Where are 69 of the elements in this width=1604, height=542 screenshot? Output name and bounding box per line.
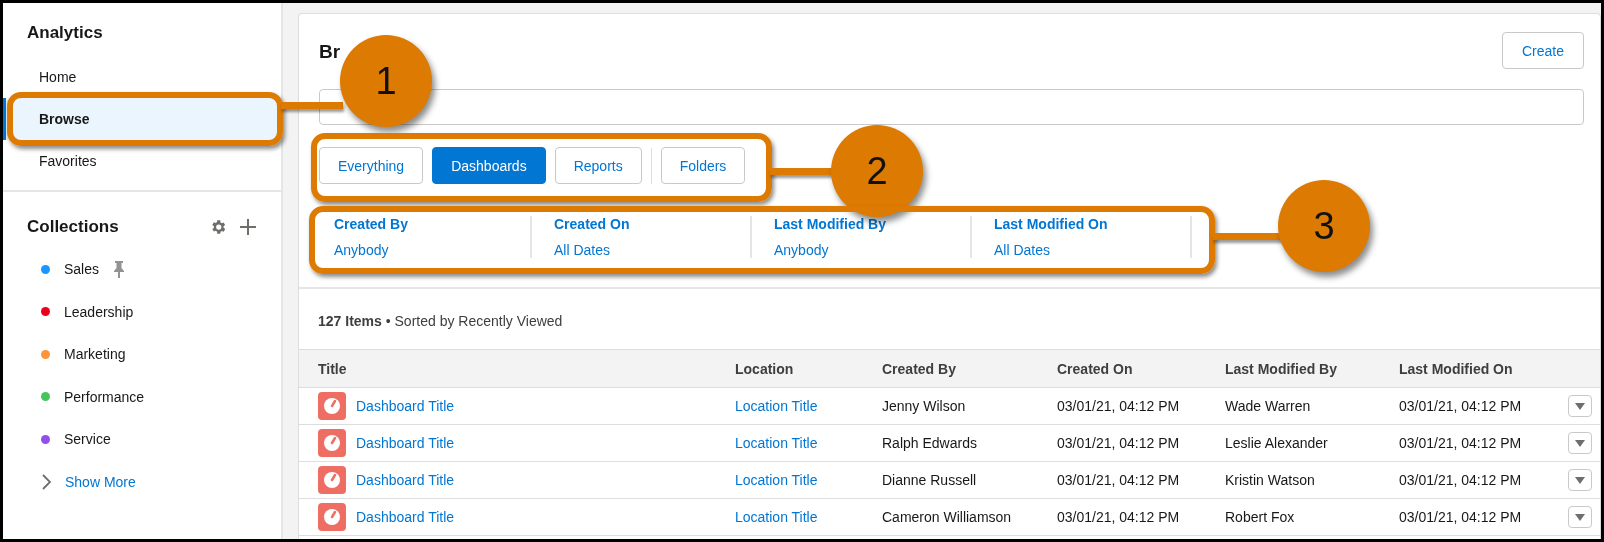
filter-label: Created By [334,216,409,232]
dashboard-icon [318,392,346,420]
show-more-link[interactable]: Show More [65,473,136,490]
collections-title: Collections [27,217,120,237]
filter-value: Anybody [774,242,830,258]
filter-label: Created On [554,216,631,232]
column-header[interactable]: Title [318,360,735,377]
column-header[interactable]: Created By [882,360,1057,377]
table-cell-text: 03/01/21, 04:12 PM [1399,398,1523,414]
caret-icon [1575,513,1585,521]
table-cell-text: Wade Warren [1225,398,1312,414]
sidebar-title: Analytics [26,22,104,44]
dashboard-icon [318,466,346,494]
row-menu-button[interactable] [1568,469,1592,491]
pin-icon[interactable] [113,260,126,279]
column-header[interactable]: Location [735,360,882,377]
chevron-icon[interactable] [41,473,51,490]
create-button[interactable]: Create [1502,32,1584,69]
location-link[interactable]: Location Title [735,398,882,414]
nav-item[interactable]: Favorites [3,149,281,173]
table-cell-text: 03/01/21, 04:12 PM [1057,435,1181,451]
location-link[interactable]: Location Title [735,472,882,488]
table-cell-text: Jenny Wilson [882,398,967,414]
collection-item[interactable]: Marketing [64,346,126,363]
filter-value: All Dates [994,242,1052,258]
table-cell-text: 03/01/21, 04:12 PM [1057,472,1181,488]
dashboard-link[interactable]: Dashboard Title [356,435,455,451]
table-cell-text: 03/01/21, 04:12 PM [1057,509,1181,525]
dashboard-link[interactable]: Dashboard Title [356,398,455,414]
table-cell-text: Robert Fox [1225,509,1296,525]
filter-tab[interactable]: Dashboards [432,147,546,184]
nav-item[interactable]: Home [3,65,281,89]
row-menu-button[interactable] [1568,432,1592,454]
filter-tab[interactable]: Folders [660,147,746,184]
table-cell-text: Leslie Alexander [1225,435,1329,451]
page-title: Br [319,41,341,63]
dashboard-icon [318,429,346,457]
filter-tab[interactable]: Everything [319,147,424,184]
table-cell-text: 03/01/21, 04:12 PM [1399,472,1523,488]
column-header[interactable]: Last Modified On [1399,360,1568,377]
add-icon[interactable] [239,218,257,236]
filter-tab[interactable]: Reports [554,147,642,184]
table-cell-text: Cameron Williamson [882,509,1013,525]
column-header[interactable]: Created On [1057,360,1225,377]
dashboard-icon [318,503,346,531]
row-menu-button[interactable] [1568,395,1592,417]
collection-item[interactable]: Sales [64,261,100,278]
filter-value: Anybody [334,242,390,258]
filter-value: All Dates [554,242,612,258]
collection-item[interactable]: Service [64,431,111,448]
collection-item[interactable]: Performance [64,388,145,405]
caret-icon [1575,439,1585,447]
table-cell-text: Ralph Edwards [882,435,978,451]
caret-icon [1575,402,1585,410]
location-link[interactable]: Location Title [735,435,882,451]
table-cell-text: 03/01/21, 04:12 PM [1399,435,1523,451]
table-cell-text: 03/01/21, 04:12 PM [1399,509,1523,525]
filter-label: Last Modified On [994,216,1109,232]
dashboard-link[interactable]: Dashboard Title [356,472,455,488]
table-cell-text: 03/01/21, 04:12 PM [1057,398,1181,414]
filter-label: Last Modified By [774,216,887,232]
collection-item[interactable]: Leadership [64,303,134,320]
dashboard-link[interactable]: Dashboard Title [356,509,455,525]
table-cell-text: Dianne Russell [882,472,978,488]
caret-icon [1575,476,1585,484]
location-link[interactable]: Location Title [735,509,882,525]
column-header[interactable]: Last Modified By [1225,360,1399,377]
table-cell-text: Kristin Watson [1225,472,1316,488]
row-menu-button[interactable] [1568,506,1592,528]
